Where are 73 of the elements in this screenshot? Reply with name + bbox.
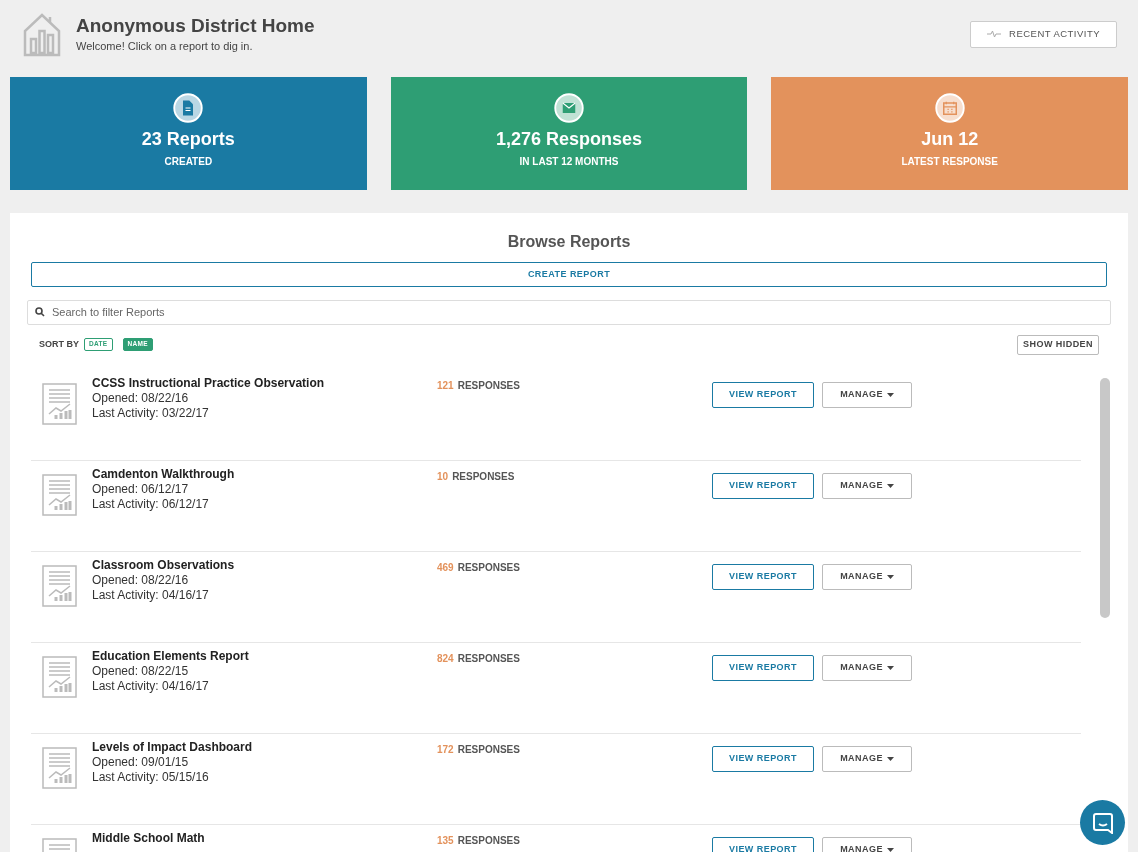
manage-button[interactable]: MANAGE	[822, 836, 912, 852]
response-count: 172	[437, 742, 454, 757]
search-field[interactable]: Search to filter Reports	[27, 299, 1111, 325]
report-chart-icon	[42, 473, 77, 516]
report-chart-icon	[42, 655, 77, 698]
caret-icon	[886, 574, 894, 579]
chat-icon	[1091, 811, 1114, 834]
opened-date: Opened: 08/22/16	[92, 572, 190, 588]
report-chart-icon	[42, 746, 77, 789]
response-count: 135	[437, 833, 454, 848]
view-report-button[interactable]: VIEW REPORT	[712, 563, 814, 590]
document-icon	[173, 93, 204, 123]
responses-label: RESPONSES	[457, 560, 520, 575]
responses-label: RESPONSES	[457, 651, 520, 666]
house-chart-icon	[22, 11, 62, 57]
stat-label: CREATED	[164, 155, 213, 169]
responses-label: RESPONSES	[457, 742, 520, 757]
pulse-icon	[987, 30, 1002, 38]
report-chart-icon	[42, 564, 77, 607]
page-title: Anonymous District Home	[76, 13, 315, 38]
last-activity-date: Last Activity: 06/12/17	[92, 496, 210, 512]
create-report-button[interactable]: CREATE REPORT	[31, 262, 1107, 287]
report-title[interactable]: Classroom Observations	[92, 557, 437, 573]
report-chart-icon	[42, 382, 77, 425]
caret-icon	[886, 756, 894, 761]
responses-label: RESPONSES	[452, 469, 515, 484]
manage-button[interactable]: MANAGE	[822, 381, 912, 408]
welcome-text: Welcome! Click on a report to dig in.	[76, 38, 254, 54]
last-activity-date: Last Activity: 04/16/17	[92, 678, 210, 694]
responses-label: RESPONSES	[457, 378, 520, 393]
response-count: 469	[437, 560, 454, 575]
envelope-icon	[554, 93, 584, 123]
view-report-button[interactable]: VIEW REPORT	[712, 745, 814, 772]
response-count: 10	[437, 469, 449, 484]
opened-date: Opened: 08/22/15	[92, 663, 190, 679]
recent-activity-button[interactable]: RECENT ACTIVITY	[970, 20, 1117, 48]
last-activity-date: Last Activity: 05/15/16	[92, 769, 210, 785]
scrollbar[interactable]	[1100, 378, 1110, 618]
opened-date: Opened: 06/12/17	[92, 481, 190, 497]
report-title[interactable]: Education Elements Report	[92, 648, 437, 664]
manage-button[interactable]: MANAGE	[822, 745, 912, 772]
show-hidden-button[interactable]: SHOW HIDDEN	[1017, 334, 1099, 355]
stat-value: Jun 12	[921, 128, 979, 151]
report-title[interactable]: Levels of Impact Dashboard	[92, 739, 437, 755]
search-icon	[35, 307, 45, 317]
caret-icon	[886, 665, 894, 670]
report-title[interactable]: CCSS Instructional Practice Observation	[92, 375, 437, 391]
stat-label: LATEST RESPONSE	[901, 155, 998, 169]
response-count: 824	[437, 651, 454, 666]
responses-label: RESPONSES	[457, 833, 520, 848]
report-title[interactable]: Camdenton Walkthrough	[92, 466, 437, 482]
view-report-button[interactable]: VIEW REPORT	[712, 381, 814, 408]
opened-date: Opened: 08/22/16	[92, 390, 190, 406]
view-report-button[interactable]: VIEW REPORT	[712, 654, 814, 681]
manage-button[interactable]: MANAGE	[822, 472, 912, 499]
stat-label: IN LAST 12 MONTHS	[519, 155, 619, 169]
stat-value: 23 Reports	[141, 128, 235, 151]
last-activity-date: Last Activity: 03/22/17	[92, 405, 210, 421]
response-count: 121	[437, 378, 454, 393]
calendar-icon	[934, 93, 965, 123]
manage-button[interactable]: MANAGE	[822, 563, 912, 590]
caret-icon	[886, 847, 894, 852]
opened-date: Opened: 09/01/15	[92, 754, 190, 770]
last-activity-date: Last Activity: 04/16/17	[92, 587, 210, 603]
view-report-button[interactable]: VIEW REPORT	[712, 836, 814, 852]
section-title: Browse Reports	[507, 232, 631, 252]
sort-label: SORT BY	[39, 337, 79, 351]
view-report-button[interactable]: VIEW REPORT	[712, 472, 814, 499]
caret-icon	[886, 483, 894, 488]
report-title[interactable]: Middle School Math	[92, 830, 437, 846]
stat-value: 1,276 Responses	[495, 128, 643, 151]
manage-button[interactable]: MANAGE	[822, 654, 912, 681]
caret-icon	[886, 392, 894, 397]
